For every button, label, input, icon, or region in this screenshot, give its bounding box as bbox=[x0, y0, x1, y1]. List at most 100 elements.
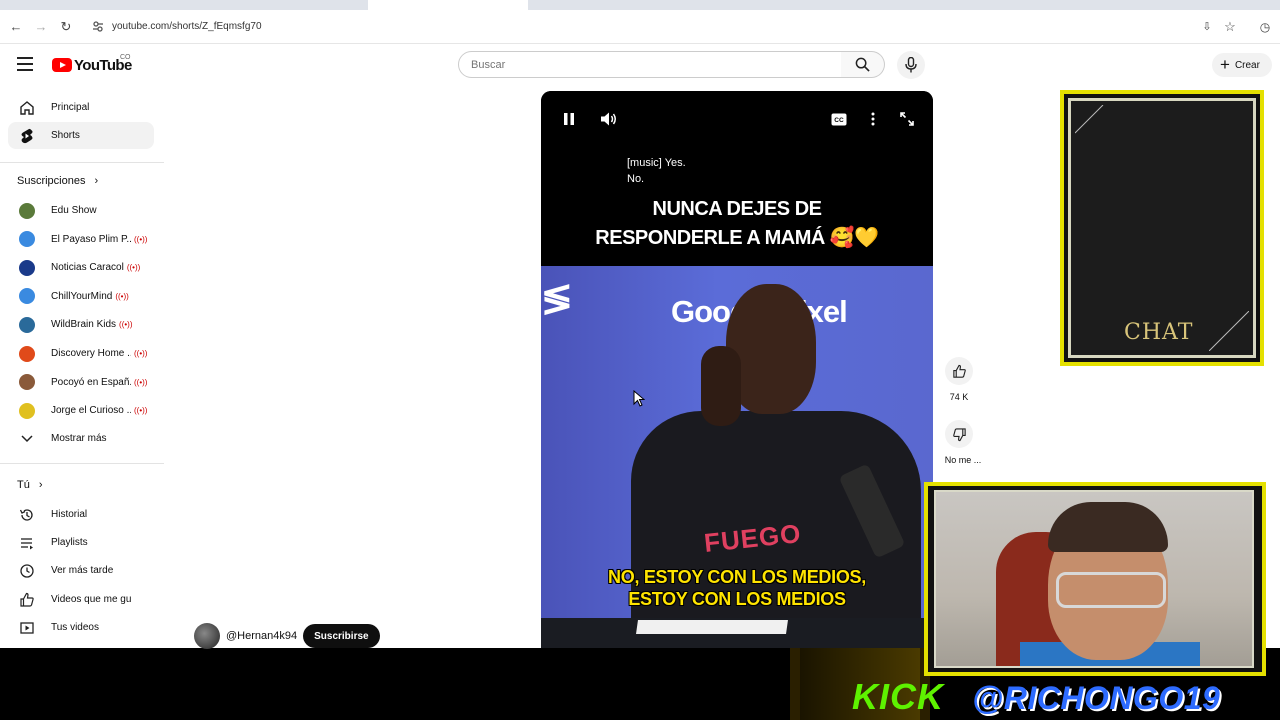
fullscreen-icon[interactable] bbox=[897, 109, 917, 129]
back-icon[interactable]: ← bbox=[7, 18, 25, 36]
sidebar-divider bbox=[0, 463, 164, 464]
sidebar-subscription-item[interactable]: El Payaso Plim P... ((•)) bbox=[8, 226, 154, 253]
bookmark-star-icon[interactable]: ☆ bbox=[1221, 18, 1239, 36]
like-count: 74 K bbox=[949, 392, 969, 402]
captions-icon[interactable]: CC bbox=[829, 109, 849, 129]
shorts-video-player[interactable]: CC [music] Yes. No. NUNCA DEJES DE RESPO… bbox=[541, 91, 933, 648]
sidebar-item-label: Discovery Home ... bbox=[51, 348, 131, 359]
browser-tabstrip bbox=[0, 0, 1280, 10]
caption-line: [music] Yes. bbox=[627, 157, 686, 169]
kick-handle: @RICHONGO19 bbox=[972, 680, 1221, 716]
sidebar-item-label: Noticias Caracol bbox=[51, 262, 124, 274]
sidebar-subscription-item[interactable]: ChillYourMind ((•)) bbox=[8, 283, 154, 310]
channel-avatar bbox=[18, 402, 36, 420]
hamburger-menu-icon[interactable] bbox=[17, 57, 33, 71]
sidebar-subscription-item[interactable]: Edu Show bbox=[8, 197, 154, 224]
site-info-icon[interactable] bbox=[92, 20, 104, 32]
mouse-cursor-icon bbox=[633, 390, 645, 407]
shorts-icon bbox=[18, 127, 36, 145]
sidebar-subscription-item[interactable]: Discovery Home ... ((•)) bbox=[8, 340, 154, 367]
live-indicator-icon: ((•)) bbox=[134, 349, 148, 358]
sidebar-subscription-item[interactable]: Jorge el Curioso ... ((•)) bbox=[8, 397, 154, 424]
channel-avatar bbox=[18, 202, 36, 220]
pause-icon[interactable] bbox=[559, 109, 579, 129]
browser-tab[interactable] bbox=[198, 0, 368, 10]
chevron-right-icon: › bbox=[38, 479, 43, 491]
avatar bbox=[19, 316, 35, 333]
channel-avatar bbox=[18, 259, 36, 277]
reload-icon[interactable]: ↻ bbox=[57, 18, 75, 36]
live-indicator-icon: ((•)) bbox=[134, 377, 148, 387]
sidebar-item-label: Principal bbox=[51, 102, 90, 113]
history-clock-icon[interactable]: ◷ bbox=[1256, 18, 1274, 36]
sidebar-item-your-videos[interactable]: Tus videos bbox=[8, 614, 154, 641]
url-text[interactable]: youtube.com/shorts/Z_fEqmsfg70 bbox=[112, 21, 262, 32]
channel-row: @Hernan4k94 Suscribirse bbox=[194, 623, 380, 649]
microphone-icon bbox=[905, 57, 917, 73]
live-indicator-icon: ((•)) bbox=[134, 234, 148, 244]
you-heading[interactable]: Tú › bbox=[17, 479, 43, 491]
search-button[interactable] bbox=[841, 51, 885, 78]
more-options-icon[interactable] bbox=[863, 109, 883, 129]
avatar bbox=[19, 288, 35, 305]
browser-tab-active[interactable] bbox=[368, 0, 528, 10]
video-captions: [music] Yes. No. bbox=[627, 155, 686, 187]
sidebar-subscription-item[interactable]: Noticias Caracol ((•)) bbox=[8, 254, 154, 281]
volume-icon[interactable] bbox=[599, 109, 619, 129]
sidebar-item-watch-later[interactable]: Ver más tarde bbox=[8, 557, 154, 584]
video-headline: NUNCA DEJES DE RESPONDERLE A MAMÁ 🥰💛 bbox=[541, 195, 933, 253]
screen: ← → ↻ youtube.com/shorts/Z_fEqmsfg70 ⇩ ☆… bbox=[0, 0, 1280, 720]
search-box[interactable] bbox=[458, 51, 842, 78]
you-title: Tú bbox=[17, 479, 30, 491]
channel-avatar bbox=[18, 345, 36, 363]
plus-icon: + bbox=[1220, 55, 1230, 74]
sidebar-item-label: El Payaso Plim P... bbox=[51, 233, 131, 245]
sidebar-item-label: Videos que me gus... bbox=[51, 594, 131, 605]
subscriptions-heading[interactable]: Suscripciones › bbox=[17, 175, 98, 187]
chevron-down-icon bbox=[18, 430, 36, 448]
sidebar-item-liked-videos[interactable]: Videos que me gus... bbox=[8, 586, 154, 613]
live-indicator-icon: ((•)) bbox=[119, 320, 133, 330]
install-app-icon[interactable]: ⇩ bbox=[1198, 18, 1216, 36]
sidebar-item-label: WildBrain Kids bbox=[51, 319, 117, 331]
thumbs-down-icon bbox=[952, 427, 966, 441]
avatar bbox=[19, 402, 35, 419]
browser-address-bar: ← → ↻ youtube.com/shorts/Z_fEqmsfg70 ⇩ ☆… bbox=[0, 10, 1280, 44]
channel-name[interactable]: @Hernan4k94 bbox=[226, 630, 297, 642]
browser-tab[interactable] bbox=[30, 0, 195, 10]
thumbs-up-icon bbox=[952, 364, 966, 378]
avatar bbox=[19, 231, 35, 248]
like-button[interactable] bbox=[945, 357, 973, 385]
forward-icon[interactable]: → bbox=[32, 18, 50, 36]
country-code: CO bbox=[120, 54, 131, 61]
sidebar-item-historial[interactable]: Historial bbox=[8, 501, 154, 528]
show-more-label: Mostrar más bbox=[51, 433, 107, 444]
subtitle-line: NO, ESTOY CON LOS MEDIOS, bbox=[608, 567, 866, 587]
voice-search-button[interactable] bbox=[897, 51, 925, 79]
dislike-button[interactable] bbox=[945, 420, 973, 448]
caption-line: No. bbox=[627, 173, 645, 185]
search-icon bbox=[855, 57, 870, 72]
chevron-right-icon: › bbox=[94, 175, 99, 187]
sidebar-item-playlists[interactable]: Playlists bbox=[8, 529, 154, 556]
avatar bbox=[19, 345, 35, 362]
video-frame: ≶ Google Pixel FUEGO NO, ESTOY CON LOS M… bbox=[541, 266, 933, 648]
create-button[interactable]: + Crear bbox=[1212, 53, 1272, 77]
sidebar-item-label: ChillYourMind bbox=[51, 290, 113, 302]
sidebar-subscription-item[interactable]: WildBrain Kids ((•)) bbox=[8, 311, 154, 338]
sidebar-item-shorts[interactable]: Shorts bbox=[8, 122, 154, 149]
svg-text:CC: CC bbox=[834, 117, 844, 124]
live-indicator-icon: ((•)) bbox=[126, 263, 141, 273]
subscribe-button[interactable]: Suscribirse bbox=[303, 624, 380, 648]
live-indicator-icon: ((•)) bbox=[134, 406, 148, 416]
sidebar-item-principal[interactable]: Principal bbox=[8, 94, 154, 121]
live-indicator-icon: ((•)) bbox=[115, 291, 129, 301]
sidebar-subscription-item[interactable]: Pocoyó en Españ... ((•)) bbox=[8, 369, 154, 396]
home-icon bbox=[18, 99, 36, 117]
search-input[interactable] bbox=[471, 52, 831, 77]
channel-avatar[interactable] bbox=[194, 623, 220, 649]
sidebar-item-label: Ver más tarde bbox=[51, 565, 114, 576]
show-more-button[interactable]: Mostrar más bbox=[8, 425, 154, 452]
history-icon bbox=[18, 506, 36, 524]
sidebar-item-label: Edu Show bbox=[51, 205, 97, 216]
